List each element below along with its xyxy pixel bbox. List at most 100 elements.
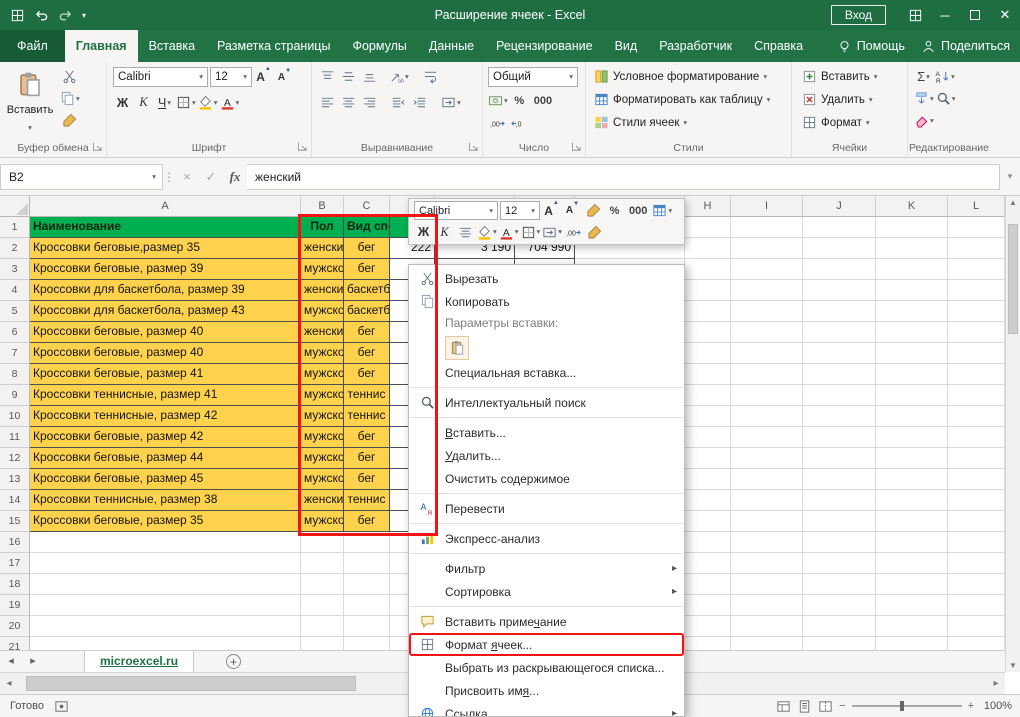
align-bottom-button[interactable] [360,67,379,86]
zoom-out-button[interactable]: − [839,700,845,712]
cell-J13[interactable] [803,469,876,490]
row-header-4[interactable]: 4 [0,280,30,301]
menu-item-translate[interactable]: АяПеревести [409,497,684,520]
mini-format-painter-button[interactable] [584,201,603,220]
cell-A11[interactable]: Кроссовки беговые, размер 42 [30,427,301,448]
cell-I4[interactable] [731,280,803,301]
cell-H18[interactable] [685,574,731,595]
conditional-formatting-button[interactable]: Условное форматирование▾ [592,66,769,87]
cell-B17[interactable] [301,553,344,574]
row-header-19[interactable]: 19 [0,595,30,616]
redo-button[interactable] [58,8,73,23]
cell-A14[interactable]: Кроссовки теннисные, размер 38 [30,490,301,511]
name-box[interactable]: B2▾ [0,164,163,190]
select-all-button[interactable] [0,196,30,217]
tab-review[interactable]: Рецензирование [485,30,604,62]
cell-L19[interactable] [948,595,1005,616]
zoom-in-button[interactable]: + [968,700,974,712]
row-header-8[interactable]: 8 [0,364,30,385]
tab-file[interactable]: Файл [0,30,65,62]
cell-K20[interactable] [876,616,948,637]
cell-B5[interactable]: мужской [301,301,344,322]
row-header-9[interactable]: 9 [0,385,30,406]
cell-J11[interactable] [803,427,876,448]
cell-H7[interactable] [685,343,731,364]
cell-H17[interactable] [685,553,731,574]
cell-C12[interactable]: бег [344,448,390,469]
cell-B14[interactable]: женский [301,490,344,511]
cell-J10[interactable] [803,406,876,427]
cell-L6[interactable] [948,322,1005,343]
row-header-11[interactable]: 11 [0,427,30,448]
clipboard-dialog-launcher[interactable] [91,140,104,153]
cell-I2[interactable] [731,238,803,259]
tab-page-layout[interactable]: Разметка страницы [206,30,341,62]
cell-K6[interactable] [876,322,948,343]
number-format-combo[interactable]: Общий▾ [488,67,578,87]
decrease-decimal-button[interactable]: ,0 [509,114,528,133]
column-header-H[interactable]: H [685,196,731,217]
cell-A9[interactable]: Кроссовки теннисные, размер 41 [30,385,301,406]
row-header-16[interactable]: 16 [0,532,30,553]
row-header-15[interactable]: 15 [0,511,30,532]
sheet-tab-active[interactable]: microexcel.ru [84,651,194,673]
cell-L3[interactable] [948,259,1005,280]
sheet-scroll-right-button[interactable]: ▸ [22,651,44,672]
cell-L20[interactable] [948,616,1005,637]
column-header-L[interactable]: L [948,196,1005,217]
cell-L4[interactable] [948,280,1005,301]
italic-button[interactable]: К [134,93,153,112]
cell-A8[interactable]: Кроссовки беговые, размер 41 [30,364,301,385]
cell-H5[interactable] [685,301,731,322]
row-header-5[interactable]: 5 [0,301,30,322]
cell-A15[interactable]: Кроссовки беговые, размер 35 [30,511,301,532]
menu-item-cut[interactable]: Вырезать [409,267,684,290]
cell-L21[interactable] [948,637,1005,650]
font-color-button[interactable]: А▾ [220,93,240,112]
mini-font-size-combo[interactable]: 12▾ [500,201,540,220]
align-left-button[interactable] [318,93,337,112]
vertical-scrollbar[interactable]: ▲ ▼ [1005,196,1020,672]
view-page-break-button[interactable] [818,699,833,714]
cell-B11[interactable]: мужской [301,427,344,448]
fill-button[interactable]: ▾ [914,89,934,108]
cell-A21[interactable] [30,637,301,650]
cell-B6[interactable]: женский [301,322,344,343]
insert-function-button[interactable]: fx [223,165,247,189]
align-middle-button[interactable] [339,67,358,86]
cell-C3[interactable]: бег [344,259,390,280]
cell-C8[interactable]: бег [344,364,390,385]
mini-align-center-button[interactable] [456,223,475,242]
cell-L13[interactable] [948,469,1005,490]
cell-A17[interactable] [30,553,301,574]
column-header-C[interactable]: C [344,196,390,217]
cell-H21[interactable] [685,637,731,650]
menu-item-clear-contents[interactable]: Очистить содержимое [409,467,684,490]
mini-shrink-font-button[interactable]: А▼ [563,201,582,220]
cell-H11[interactable] [685,427,731,448]
cell-K7[interactable] [876,343,948,364]
format-painter-button[interactable] [60,111,80,130]
column-header-A[interactable]: A [30,196,301,217]
cell-I6[interactable] [731,322,803,343]
row-header-2[interactable]: 2 [0,238,30,259]
cell-K17[interactable] [876,553,948,574]
cell-I13[interactable] [731,469,803,490]
cell-C15[interactable]: бег [344,511,390,532]
cell-I20[interactable] [731,616,803,637]
cell-B1[interactable]: Пол [301,217,344,238]
cell-A16[interactable] [30,532,301,553]
tab-data[interactable]: Данные [418,30,485,62]
underline-button[interactable]: Ч▾ [155,93,174,112]
cell-B18[interactable] [301,574,344,595]
cell-L1[interactable] [948,217,1005,238]
row-header-12[interactable]: 12 [0,448,30,469]
cell-H20[interactable] [685,616,731,637]
cell-B15[interactable]: мужской [301,511,344,532]
cell-B2[interactable]: женский [301,238,344,259]
cell-J7[interactable] [803,343,876,364]
maximize-button[interactable] [960,0,990,30]
cell-C16[interactable] [344,532,390,553]
cell-I15[interactable] [731,511,803,532]
cell-L12[interactable] [948,448,1005,469]
